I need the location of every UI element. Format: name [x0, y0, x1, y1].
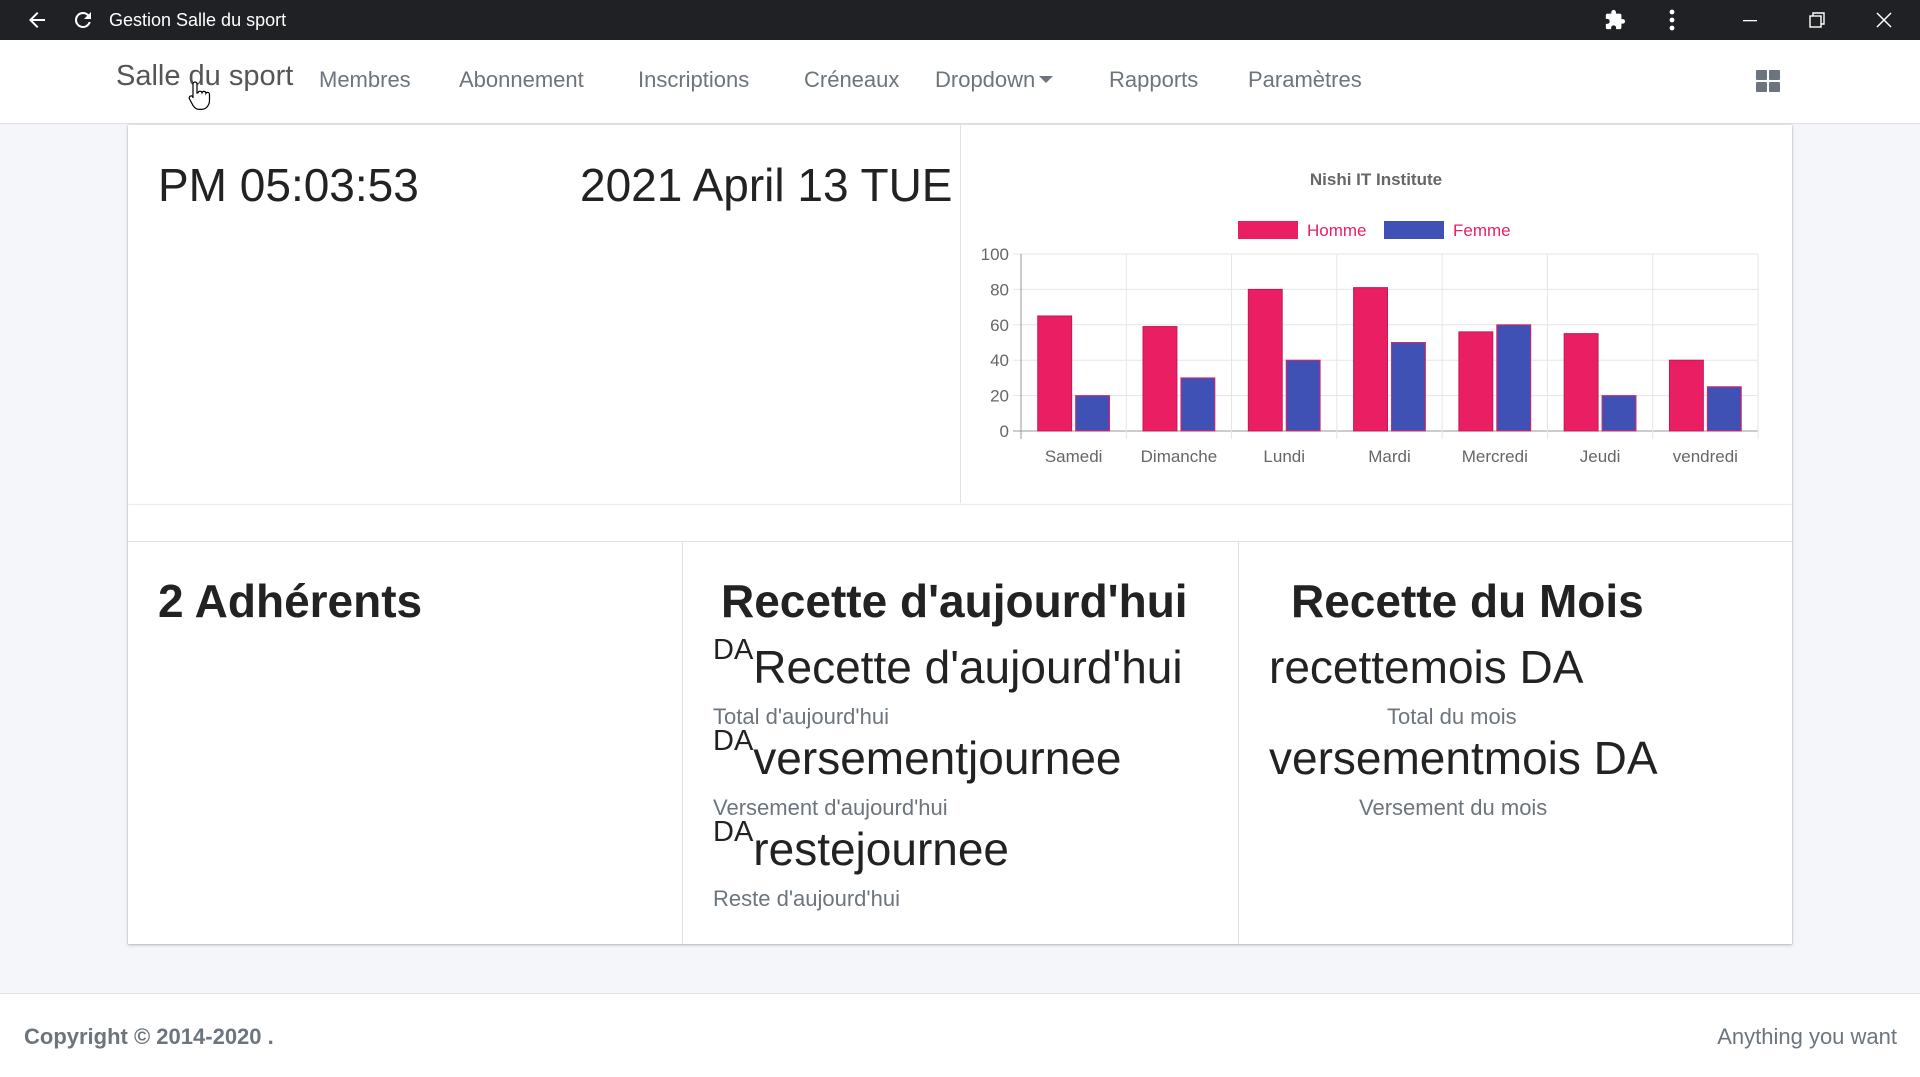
bar-homme-lundi: [1247, 288, 1283, 432]
current-time: PM 05:03:53: [158, 159, 419, 211]
bar-chart: Nishi IT Institute Homme Femme 0 20 40 60 80 100…: [981, 170, 1759, 466]
stats-card-header: [128, 505, 1792, 542]
more-vert-icon[interactable]: [1660, 0, 1684, 40]
x-tick-label: Lundi: [1263, 447, 1305, 466]
y-tick-label: 20: [990, 387, 1009, 406]
month-recette-label: Total du mois: [1387, 704, 1517, 729]
grid-apps-icon[interactable]: [1756, 70, 1780, 92]
footer-right-text: Anything you want: [1717, 1024, 1897, 1049]
legend-label-femme: Femme: [1453, 221, 1511, 240]
y-tick-label: 60: [990, 316, 1009, 335]
bar-homme-jeudi: [1563, 333, 1599, 432]
legend-swatch-femme: [1384, 221, 1444, 239]
today-recette-value: DARecette d'aujourd'hui: [713, 634, 1183, 694]
currency-label: DA: [713, 816, 754, 848]
bar-homme-mercredi: [1458, 331, 1494, 432]
month-revenue-column: Recette du Mois recettemois DA Total du …: [1238, 542, 1792, 944]
main-navbar: Salle du sport Membres Abonnement Inscri…: [0, 40, 1920, 124]
x-tick-label: Mercredi: [1462, 447, 1528, 466]
page-footer: Copyright © 2014-2020 . Anything you wan…: [0, 993, 1920, 1077]
bar-femme-mardi: [1391, 342, 1426, 432]
adherents-count: 2 Adhérents: [158, 575, 423, 627]
extensions-icon[interactable]: [1600, 0, 1630, 40]
bar-femme-jeudi: [1601, 395, 1637, 432]
month-revenue-title: Recette du Mois: [1291, 575, 1644, 627]
bar-femme-vendredi: [1706, 386, 1742, 432]
copyright-text: Copyright © 2014-2020 .: [24, 1024, 274, 1049]
bar-femme-samedi: [1075, 395, 1111, 432]
y-tick-label: 40: [990, 351, 1009, 370]
y-tick-label: 80: [990, 280, 1009, 299]
today-reste-value: DArestejournee: [713, 816, 1010, 876]
x-tick-label: Samedi: [1045, 447, 1103, 466]
current-date: 2021 April 13 TUE: [580, 159, 953, 211]
legend-label-homme: Homme: [1307, 221, 1367, 240]
chart-title: Nishi IT Institute: [1310, 170, 1442, 189]
bar-homme-samedi: [1037, 315, 1073, 432]
refresh-icon[interactable]: [68, 0, 98, 40]
nav-item-membres[interactable]: Membres: [319, 67, 411, 93]
back-arrow-icon[interactable]: [22, 0, 52, 40]
currency-label: DA: [713, 725, 754, 757]
today-versement-value: DAversementjournee: [713, 725, 1122, 785]
bar-femme-lundi: [1285, 359, 1321, 432]
y-tick-label: 100: [981, 245, 1009, 264]
dropdown-label: Dropdown: [935, 67, 1036, 92]
close-icon[interactable]: [1864, 0, 1904, 40]
x-tick-label: Dimanche: [1141, 447, 1218, 466]
caret-down-icon: [1039, 76, 1054, 84]
bar-homme-mardi: [1353, 287, 1388, 432]
month-versement-value: versementmois DA: [1269, 732, 1658, 784]
month-recette-value: recettemois DA: [1269, 641, 1584, 693]
window-titlebar: Gestion Salle du sport: [0, 0, 1920, 40]
nav-item-creneaux[interactable]: Créneaux: [804, 67, 899, 93]
hand-cursor-icon: [188, 80, 212, 117]
legend-swatch-homme: [1238, 221, 1298, 239]
nav-item-abonnement[interactable]: Abonnement: [459, 67, 584, 93]
x-tick-label: Mardi: [1368, 447, 1411, 466]
bar-homme-vendredi: [1668, 359, 1704, 432]
nav-item-inscriptions[interactable]: Inscriptions: [638, 67, 749, 93]
adherents-column: 2 Adhérents: [128, 542, 682, 944]
bar-femme-mercredi: [1496, 324, 1532, 432]
month-versement-label: Versement du mois: [1359, 795, 1548, 820]
minimize-icon[interactable]: [1730, 0, 1770, 40]
x-tick-label: vendredi: [1673, 447, 1738, 466]
today-revenue-title: Recette d'aujourd'hui: [721, 575, 1188, 627]
nav-item-dropdown[interactable]: Dropdown: [935, 67, 1054, 93]
bar-femme-dimanche: [1180, 377, 1216, 432]
bar-homme-dimanche: [1142, 326, 1178, 432]
restore-icon[interactable]: [1797, 0, 1837, 40]
y-tick-label: 0: [1000, 422, 1009, 441]
nav-item-rapports[interactable]: Rapports: [1109, 67, 1198, 93]
chart-panel: Nishi IT Institute Homme Femme 0 20 40 60 80 100…: [960, 125, 1792, 503]
window-title: Gestion Salle du sport: [109, 10, 287, 30]
nav-item-parametres[interactable]: Paramètres: [1248, 67, 1362, 93]
today-reste-label: Reste d'aujourd'hui: [713, 886, 900, 911]
x-tick-label: Jeudi: [1580, 447, 1621, 466]
currency-label: DA: [713, 634, 754, 666]
today-revenue-column: Recette d'aujourd'hui DARecette d'aujour…: [682, 542, 1238, 944]
